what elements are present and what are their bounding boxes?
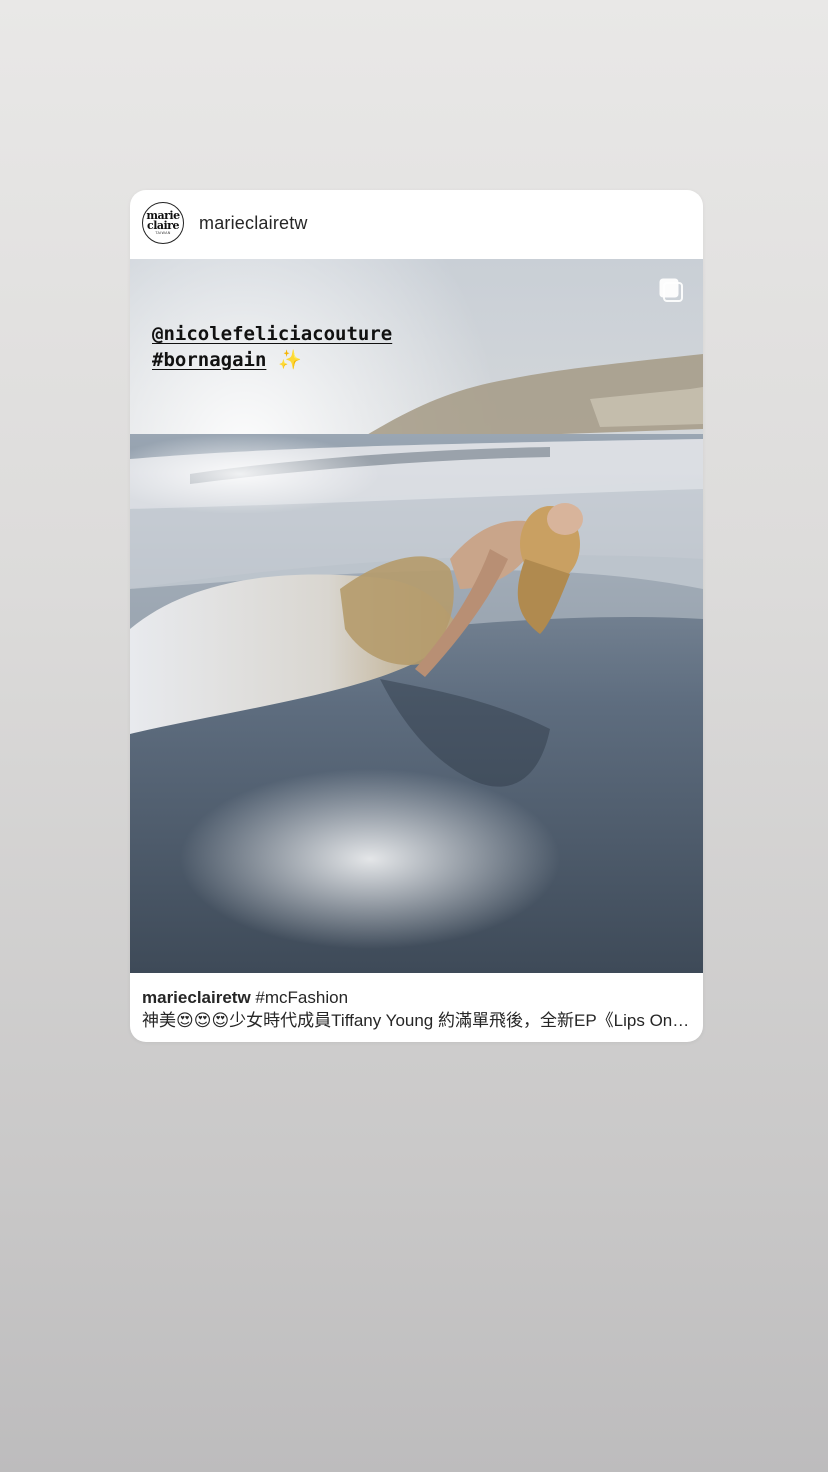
sparkle-emoji: ✨ <box>278 349 303 371</box>
avatar[interactable]: marie claire TAIWAN <box>142 202 184 244</box>
post-card[interactable]: marie claire TAIWAN marieclairetw @nicol… <box>130 190 703 1042</box>
post-caption[interactable]: marieclairetw #mcFashion 神美😍😍😍少女時代成員Tiff… <box>142 986 692 1032</box>
avatar-logo-line3: TAIWAN <box>155 230 171 235</box>
caption-username[interactable]: marieclairetw <box>142 988 251 1007</box>
story-mention[interactable]: @nicolefeliciacouture <box>152 321 392 347</box>
avatar-logo-line2: claire <box>147 218 179 232</box>
carousel-icon <box>659 278 683 302</box>
caption-hashtag[interactable]: #mcFashion <box>255 988 348 1007</box>
story-hashtag[interactable]: #bornagain <box>152 349 266 371</box>
story-text-overlay: @nicolefeliciacouture #bornagain ✨ <box>152 321 392 373</box>
caption-text: 神美😍😍😍少女時代成員Tiffany Young 約滿單飛後，全新EP《Lips… <box>142 1011 692 1030</box>
post-username[interactable]: marieclairetw <box>199 213 308 234</box>
post-header: marie claire TAIWAN marieclairetw <box>130 190 703 259</box>
post-photo[interactable]: @nicolefeliciacouture #bornagain ✨ <box>130 259 703 973</box>
